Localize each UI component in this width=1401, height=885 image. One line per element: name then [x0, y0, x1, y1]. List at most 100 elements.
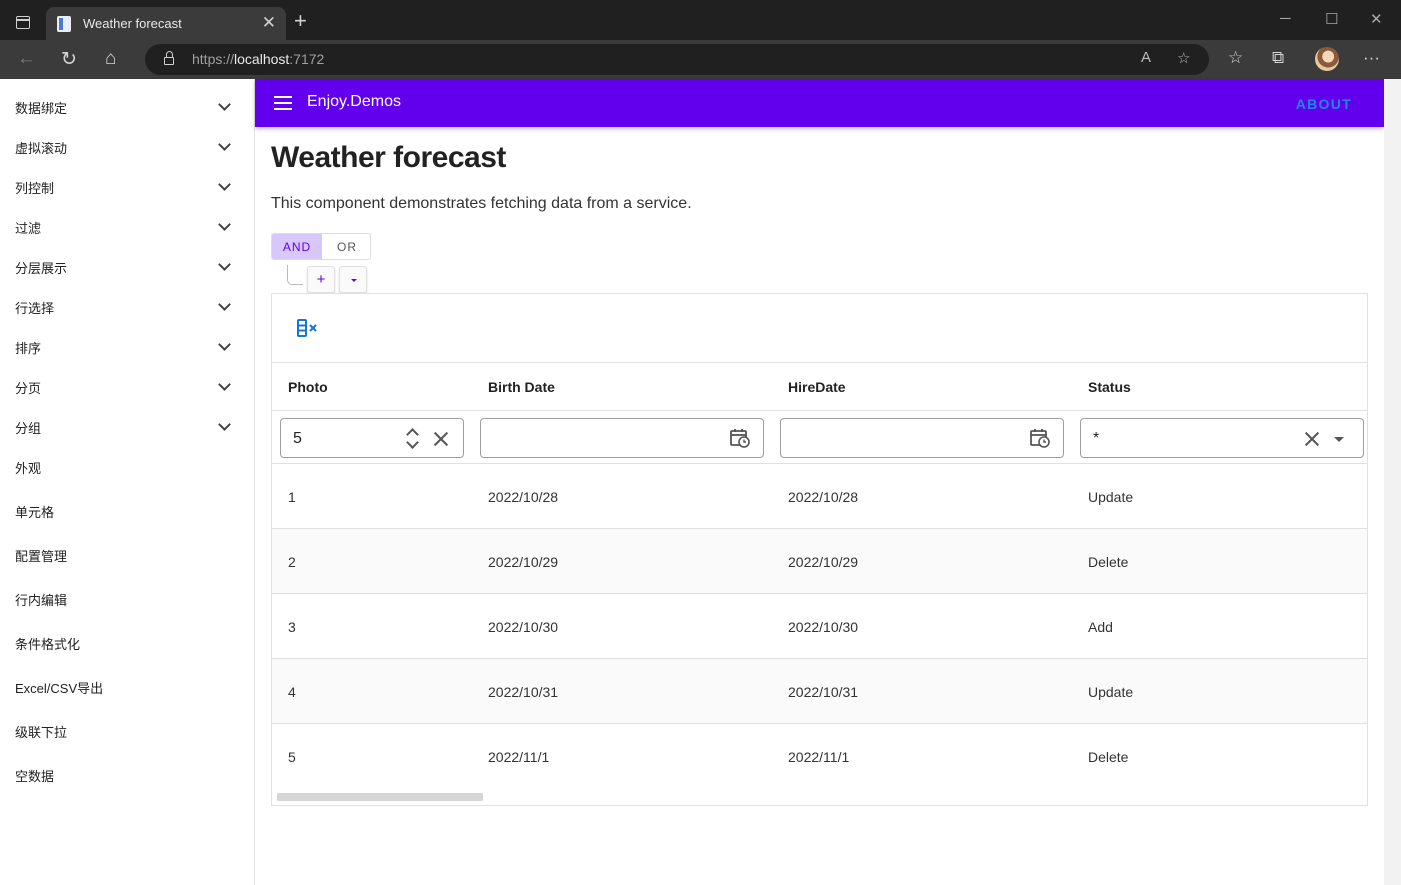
- stepper-icon[interactable]: [406, 427, 418, 449]
- column-header-hire-date[interactable]: HireDate: [788, 379, 846, 395]
- read-aloud-icon[interactable]: A: [1141, 49, 1151, 66]
- browser-toolbar: ← ↻ ⌂ https://localhost:7172 A ☆ ☆ ⧉ ···: [0, 40, 1401, 79]
- sidebar-item-appearance[interactable]: 外观: [0, 446, 254, 486]
- sidebar-item-label: 空数据: [15, 769, 55, 784]
- calendar-clock-icon[interactable]: [1030, 428, 1050, 448]
- sidebar-item-conditional-format[interactable]: 条件格式化: [0, 622, 254, 662]
- more-options-icon[interactable]: ···: [1363, 48, 1380, 68]
- cell-birth-date: 2022/10/28: [488, 489, 559, 505]
- table-row[interactable]: 1 2022/10/28 2022/10/28 Update: [272, 464, 1367, 529]
- sidebar-item-grouping[interactable]: 分组: [0, 406, 254, 446]
- table-row[interactable]: 4 2022/10/31 2022/10/31 Update: [272, 659, 1367, 724]
- cell-status: Update: [1088, 684, 1134, 700]
- sidebar-item-label: 行选择: [15, 301, 55, 316]
- app-bar: Enjoy.Demos ABOUT: [255, 79, 1384, 127]
- back-icon[interactable]: ←: [17, 48, 36, 70]
- sidebar-item-label: 行内编辑: [15, 593, 68, 608]
- data-grid: Photo Birth Date HireDate Status 5 * 1 2…: [271, 293, 1368, 806]
- sidebar-item-paging[interactable]: 分页: [0, 366, 254, 406]
- sidebar-item-column-control[interactable]: 列控制: [0, 166, 254, 206]
- sidebar-item-cascade-dropdown[interactable]: 级联下拉: [0, 710, 254, 750]
- browser-tab[interactable]: Weather forecast ✕: [46, 7, 286, 40]
- brand-title[interactable]: Enjoy.Demos: [307, 93, 401, 111]
- chevron-down-icon: [218, 418, 231, 431]
- table-row[interactable]: 5 2022/11/1 2022/11/1 Delete: [272, 724, 1367, 789]
- sidebar-item-label: 分页: [15, 381, 42, 396]
- minimize-icon[interactable]: ─: [1280, 10, 1291, 27]
- tab-title: Weather forecast: [83, 16, 182, 31]
- clear-icon[interactable]: [1304, 431, 1320, 447]
- sidebar-item-hierarchy[interactable]: 分层展示: [0, 246, 254, 286]
- lock-icon[interactable]: [164, 51, 174, 65]
- logic-toggle: AND OR: [271, 233, 371, 260]
- refresh-icon[interactable]: ↻: [61, 48, 77, 71]
- page-description: This component demonstrates fetching dat…: [271, 195, 692, 212]
- chevron-down-icon: [218, 178, 231, 191]
- sidebar-item-inline-edit[interactable]: 行内编辑: [0, 578, 254, 618]
- column-header-photo[interactable]: Photo: [288, 379, 328, 395]
- chevron-down-icon: [218, 98, 231, 111]
- sidebar-item-label: 级联下拉: [15, 725, 68, 740]
- maximize-icon[interactable]: ☐: [1325, 10, 1338, 28]
- cell-hire-date: 2022/10/29: [788, 554, 859, 570]
- cell-status: Delete: [1088, 554, 1129, 570]
- clear-icon[interactable]: [433, 431, 449, 447]
- sidebar-item-config-management[interactable]: 配置管理: [0, 534, 254, 574]
- page-scrollbar[interactable]: [1384, 79, 1401, 885]
- sidebar-item-data-binding[interactable]: 数据绑定: [0, 86, 254, 126]
- sidebar-item-filter[interactable]: 过滤: [0, 206, 254, 246]
- cell-hire-date: 2022/11/1: [788, 749, 850, 765]
- tab-actions-icon[interactable]: [16, 16, 30, 29]
- status-filter-select[interactable]: *: [1080, 418, 1364, 458]
- column-chooser-icon[interactable]: [296, 318, 320, 338]
- add-rule-dropdown-button[interactable]: [339, 266, 367, 293]
- birth-date-filter-input[interactable]: [480, 418, 764, 458]
- about-link[interactable]: ABOUT: [1296, 96, 1352, 112]
- window-close-icon[interactable]: ✕: [1370, 10, 1383, 28]
- browser-tab-strip: Weather forecast ✕ + ─ ☐ ✕: [0, 0, 1401, 40]
- chevron-down-icon: [218, 298, 231, 311]
- cell-hire-date: 2022/10/31: [788, 684, 859, 700]
- chevron-down-icon: [218, 218, 231, 231]
- sidebar: 数据绑定 虚拟滚动 列控制 过滤 分层展示 行选择 排序 分页 分组 外观 单元…: [0, 79, 255, 885]
- sidebar-item-virtual-scroll[interactable]: 虚拟滚动: [0, 126, 254, 166]
- new-tab-icon[interactable]: +: [294, 8, 307, 34]
- cell-birth-date: 2022/10/30: [488, 619, 559, 635]
- add-rule-button[interactable]: +: [307, 266, 335, 293]
- sidebar-item-cell[interactable]: 单元格: [0, 490, 254, 530]
- profile-avatar[interactable]: [1315, 47, 1339, 71]
- sidebar-item-label: 排序: [15, 341, 42, 356]
- home-icon[interactable]: ⌂: [105, 48, 116, 70]
- collections-icon[interactable]: ⧉: [1272, 48, 1284, 68]
- cell-birth-date: 2022/11/1: [488, 749, 550, 765]
- sidebar-item-sorting[interactable]: 排序: [0, 326, 254, 366]
- calendar-clock-icon[interactable]: [730, 428, 750, 448]
- photo-filter-input[interactable]: 5: [280, 418, 464, 458]
- page-favicon-icon: [57, 16, 71, 32]
- table-row[interactable]: 2 2022/10/29 2022/10/29 Delete: [272, 529, 1367, 594]
- grid-horizontal-scrollbar[interactable]: [277, 793, 483, 801]
- logic-or-button[interactable]: OR: [322, 234, 370, 259]
- add-favorite-icon[interactable]: ☆: [1177, 49, 1190, 67]
- menu-icon[interactable]: [274, 96, 292, 110]
- dropdown-arrow-icon[interactable]: [1334, 437, 1344, 442]
- cell-status: Update: [1088, 489, 1134, 505]
- hire-date-filter-input[interactable]: [780, 418, 1064, 458]
- sidebar-item-row-selection[interactable]: 行选择: [0, 286, 254, 326]
- grid-toolbar: [272, 294, 1367, 363]
- cell-status: Add: [1088, 619, 1113, 635]
- cell-hire-date: 2022/10/28: [788, 489, 859, 505]
- favorites-icon[interactable]: ☆: [1228, 48, 1243, 68]
- address-bar[interactable]: https://localhost:7172 A ☆: [145, 44, 1209, 75]
- tab-close-icon[interactable]: ✕: [262, 13, 276, 33]
- page-title: Weather forecast: [271, 141, 506, 174]
- sidebar-item-excel-csv-export[interactable]: Excel/CSV导出: [0, 666, 254, 706]
- column-header-birth-date[interactable]: Birth Date: [488, 379, 555, 395]
- column-header-status[interactable]: Status: [1088, 379, 1131, 395]
- sidebar-item-label: 外观: [15, 461, 42, 476]
- cell-photo: 2: [288, 554, 296, 570]
- chevron-down-icon: [218, 258, 231, 271]
- logic-and-button[interactable]: AND: [272, 234, 322, 259]
- table-row[interactable]: 3 2022/10/30 2022/10/30 Add: [272, 594, 1367, 659]
- sidebar-item-empty-data[interactable]: 空数据: [0, 754, 254, 794]
